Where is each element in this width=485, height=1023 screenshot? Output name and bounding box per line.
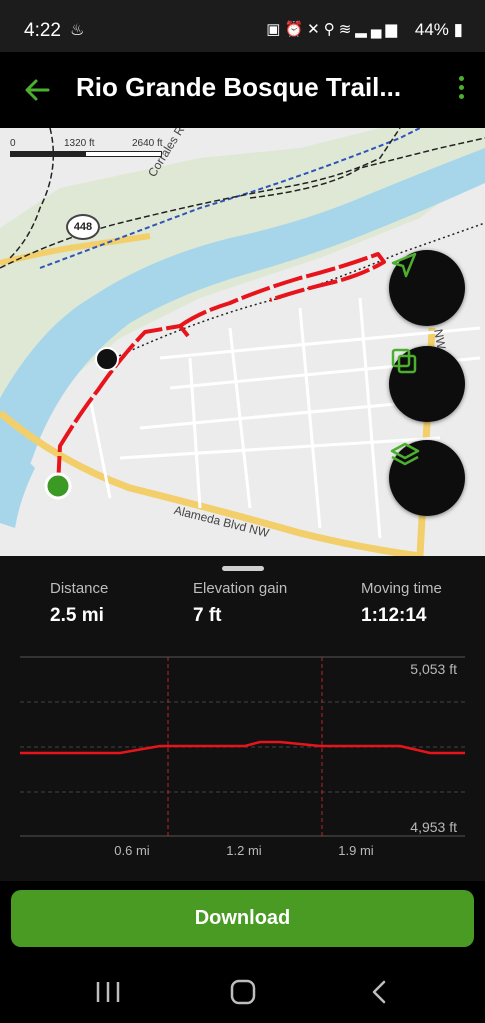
stat-moving-time: Moving time 1:12:14 — [361, 580, 442, 627]
back-icon — [372, 980, 386, 1004]
system-back-button[interactable] — [360, 978, 400, 1006]
system-nav-bar — [0, 960, 485, 1023]
more-options-button[interactable] — [455, 76, 467, 106]
stat-label: Elevation gain — [193, 580, 288, 597]
highway-shield: 448 — [66, 214, 100, 240]
back-button[interactable] — [22, 74, 54, 106]
more-dot-icon — [458, 76, 464, 81]
stat-value: 7 ft — [193, 605, 222, 626]
map-scale: 0 1320 ft 2640 ft — [10, 138, 170, 162]
elevation-chart[interactable]: 5,053 ft 4,953 ft 0.6 mi 1.2 mi 1.9 mi — [0, 651, 485, 866]
scale-bar — [10, 151, 162, 157]
app-bar: Rio Grande Bosque Trail... — [0, 52, 485, 128]
mute-icon: ✕ — [307, 21, 324, 38]
wifi-icon: ≋ — [338, 21, 356, 38]
stat-label: Distance — [50, 580, 109, 597]
sheet-drag-handle[interactable] — [222, 566, 264, 571]
x-label-0.6: 0.6 mi — [114, 843, 150, 858]
scale-label-end: 2640 ft — [132, 138, 163, 149]
map-view[interactable]: 0 1320 ft 2640 ft 448 Corrales Rd Alamed… — [0, 128, 485, 556]
page-title: Rio Grande Bosque Trail... — [76, 72, 402, 102]
battery-indicator: 44% ▮ — [415, 20, 463, 40]
navigation-arrow-icon — [391, 252, 417, 278]
x-label-1.2: 1.2 mi — [226, 843, 262, 858]
back-arrow-icon — [25, 79, 50, 101]
trail-details-sheet: Distance 2.5 mi Elevation gain 7 ft Movi… — [0, 556, 485, 881]
battery-percent: 44% — [414, 20, 449, 39]
stat-value: 2.5 mi — [50, 605, 104, 626]
stat-label: Moving time — [361, 580, 442, 597]
stat-distance: Distance 2.5 mi — [50, 580, 108, 627]
y-min-label: 4,953 ft — [410, 819, 457, 835]
location-icon: ⚲ — [323, 21, 339, 38]
home-icon — [230, 979, 256, 1005]
battery-saver-icon: ▣ — [266, 21, 285, 38]
notification-icon: ♨ — [70, 22, 85, 39]
signal-icon: ▂▄▆ — [355, 21, 401, 38]
scale-label-mid: 1320 ft — [64, 138, 95, 149]
layers-button[interactable] — [389, 440, 465, 516]
status-time: 4:22 — [24, 20, 61, 41]
download-button[interactable]: Download — [11, 890, 474, 947]
scale-label-zero: 0 — [10, 138, 16, 149]
stat-elevation-gain: Elevation gain 7 ft — [193, 580, 287, 627]
recent-apps-button[interactable] — [88, 978, 128, 1006]
x-label-1.9: 1.9 mi — [338, 843, 374, 858]
stat-value: 1:12:14 — [361, 605, 427, 626]
overlay-icon — [391, 348, 417, 374]
my-location-button[interactable] — [389, 250, 465, 326]
alarm-icon: ⏰ — [284, 21, 308, 38]
status-bar: 4:22 ♨ ▣⏰✕⚲≋▂▄▆ 44% ▮ — [0, 0, 485, 52]
y-max-label: 5,053 ft — [410, 661, 457, 677]
recent-apps-icon — [96, 982, 120, 1002]
overlay-button[interactable] — [389, 346, 465, 422]
battery-icon: ▮ — [453, 20, 463, 39]
home-button[interactable] — [223, 978, 263, 1006]
layers-icon — [390, 442, 420, 466]
status-icons: ▣⏰✕⚲≋▂▄▆ — [266, 20, 401, 38]
